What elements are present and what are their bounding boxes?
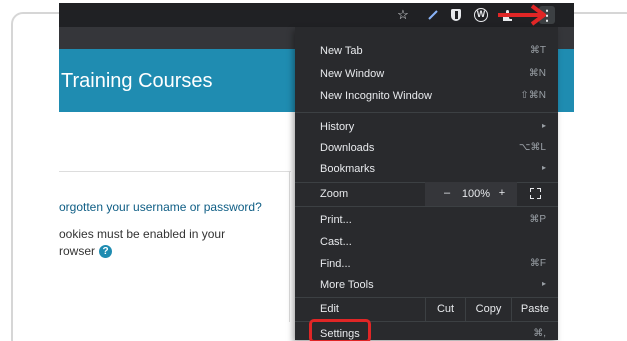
menu-item-shortcut: ⌘P (529, 214, 546, 225)
cookies-notice: ookies must be enabled in your rowser? (59, 226, 279, 260)
chevron-right-icon: ▸ (541, 121, 546, 130)
menu-item-new-tab[interactable]: New Tab ⌘T (295, 41, 558, 62)
menu-edit-row: Edit Cut Copy Paste (295, 297, 558, 321)
cookies-notice-line: ookies must be enabled in your (59, 227, 226, 241)
cut-button[interactable]: Cut (425, 297, 465, 321)
menu-item-bookmarks[interactable]: Bookmarks ▸ (295, 159, 558, 180)
menu-item-label: Print... (320, 214, 352, 226)
edit-label: Edit (320, 303, 339, 315)
menu-item-new-incognito-window[interactable]: New Incognito Window ⇧⌘N (295, 86, 558, 107)
menu-separator (295, 112, 558, 113)
menu-item-label: New Window (320, 68, 385, 80)
menu-item-cast[interactable]: Cast... (295, 232, 558, 253)
menu-item-shortcut: ⌘N (528, 68, 546, 79)
menu-item-shortcut: ⌘T (529, 45, 546, 56)
pen-icon[interactable] (425, 7, 441, 23)
menu-item-shortcut: ⌘F (529, 258, 546, 269)
divider (289, 172, 290, 322)
menu-item-label: New Incognito Window (320, 90, 432, 102)
w-extension-icon[interactable]: W (473, 7, 489, 23)
zoom-label: Zoom (320, 188, 349, 200)
menu-item-shortcut: ⌥⌘L (518, 142, 546, 153)
zoom-out-button[interactable]: – (442, 187, 452, 199)
chrome-main-menu: New Tab ⌘T New Window ⌘N New Incognito W… (295, 27, 558, 341)
divider (59, 171, 291, 172)
page-title: Training Courses (61, 70, 213, 92)
menu-item-shortcut: ⌘, (533, 328, 546, 339)
menu-item-downloads[interactable]: Downloads ⌥⌘L (295, 138, 558, 159)
menu-item-new-window[interactable]: New Window ⌘N (295, 64, 558, 85)
menu-item-more-tools[interactable]: More Tools ▸ (295, 275, 558, 296)
red-arrow-annotation (498, 4, 546, 26)
menu-item-label: Downloads (320, 142, 375, 154)
menu-item-label: Find... (320, 258, 351, 270)
fullscreen-icon[interactable] (530, 188, 541, 199)
menu-item-label: New Tab (320, 45, 363, 57)
forgot-password-link[interactable]: orgotten your username or password? (59, 200, 262, 214)
star-icon[interactable]: ☆ (395, 7, 411, 23)
menu-item-find[interactable]: Find... ⌘F (295, 254, 558, 275)
menu-item-print[interactable]: Print... ⌘P (295, 210, 558, 231)
menu-item-label: Bookmarks (320, 163, 376, 175)
menu-item-label: History (320, 121, 355, 133)
menu-item-label: More Tools (320, 279, 374, 291)
menu-zoom-row: Zoom – 100% + (295, 182, 558, 206)
settings-highlight-annotation (309, 319, 371, 341)
zoom-in-button[interactable]: + (497, 187, 507, 199)
menu-item-label: Cast... (320, 236, 352, 248)
chevron-right-icon: ▸ (541, 163, 546, 172)
zoom-level: 100% (461, 188, 491, 200)
paste-button[interactable]: Paste (511, 297, 558, 321)
copy-button[interactable]: Copy (465, 297, 511, 321)
shield-icon[interactable] (448, 7, 464, 23)
menu-item-shortcut: ⇧⌘N (520, 90, 546, 101)
browser-toolbar: ☆ W ⋮ (59, 3, 574, 27)
menu-item-history[interactable]: History ▸ (295, 117, 558, 138)
chevron-right-icon: ▸ (541, 279, 546, 288)
help-icon[interactable]: ? (99, 245, 113, 259)
cookies-notice-line: rowser (59, 244, 96, 258)
menu-separator (295, 206, 558, 207)
